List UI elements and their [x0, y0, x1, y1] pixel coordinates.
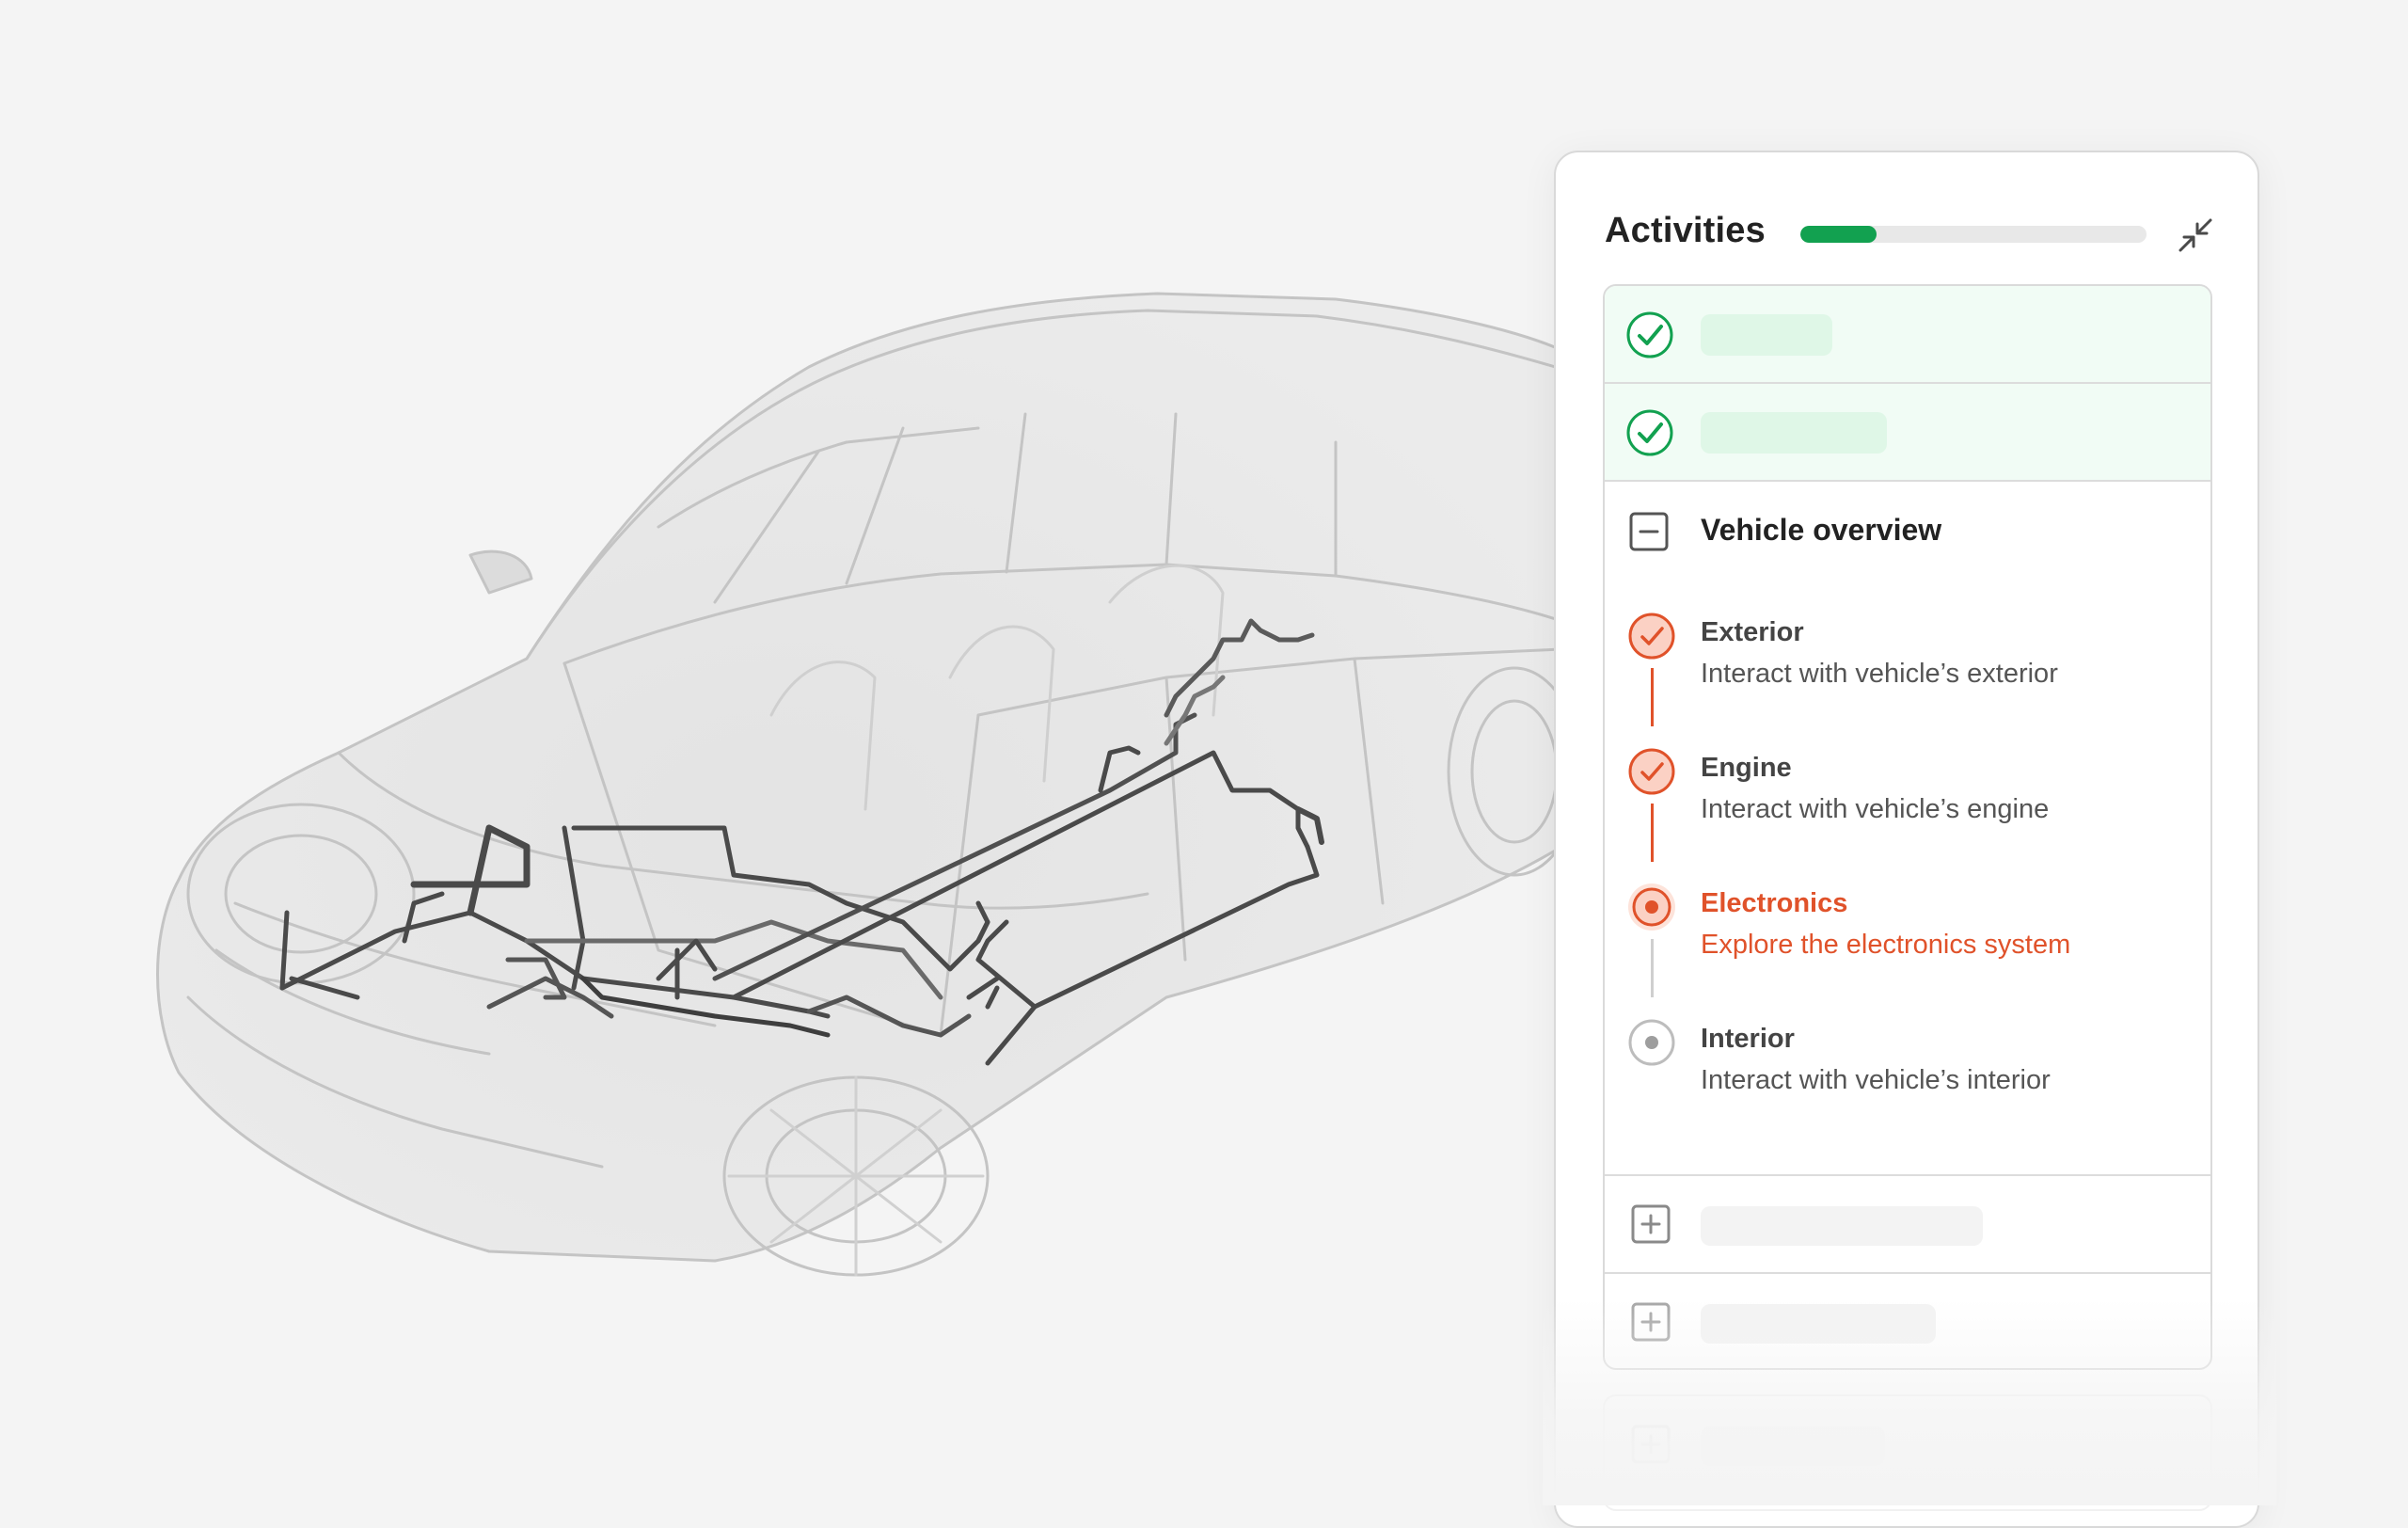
section-title-placeholder — [1701, 412, 1887, 454]
pending-step-icon — [1628, 1019, 1675, 1066]
step-description: Interact with vehicle’s interior — [1701, 1065, 2051, 1095]
collapse-icon[interactable] — [2173, 213, 2218, 258]
panel-header: Activities — [1605, 205, 2216, 271]
step-description: Interact with vehicle’s exterior — [1701, 659, 2058, 689]
section-vehicle-overview: Vehicle overview Exterior Interact with … — [1605, 482, 2210, 1176]
step-title: Interior — [1701, 1024, 1795, 1054]
completed-section-row[interactable] — [1605, 286, 2210, 384]
collapsed-section-row[interactable] — [1605, 1176, 2210, 1274]
check-circle-icon — [1628, 613, 1675, 660]
step-title: Exterior — [1701, 617, 1804, 647]
section-title-placeholder — [1701, 1206, 1983, 1246]
section-title-placeholder — [1701, 1426, 1885, 1466]
step-engine[interactable]: Engine Interact with vehicle’s engine — [1605, 747, 2210, 860]
plus-square-icon[interactable] — [1631, 1302, 1671, 1342]
plus-square-icon[interactable] — [1631, 1204, 1671, 1244]
progress-fill — [1800, 226, 1877, 243]
section-title: Vehicle overview — [1701, 513, 1942, 547]
active-step-icon — [1628, 883, 1675, 931]
section-title-placeholder — [1701, 314, 1832, 356]
step-title: Engine — [1701, 753, 1792, 783]
step-electronics[interactable]: Electronics Explore the electronics syst… — [1605, 883, 2210, 995]
activities-panel: Activities Vehicle overview Exterior Int… — [1554, 151, 2259, 1528]
step-description: Interact with vehicle’s engine — [1701, 794, 2050, 824]
section-title-placeholder — [1701, 1304, 1936, 1344]
check-circle-icon — [1626, 409, 1673, 456]
step-title: Electronics — [1701, 888, 1848, 918]
completed-section-row[interactable] — [1605, 384, 2210, 482]
collapsed-section-row[interactable] — [1603, 1394, 2212, 1511]
step-description: Explore the electronics system — [1701, 930, 2071, 960]
plus-square-icon[interactable] — [1631, 1425, 1671, 1464]
panel-title: Activities — [1605, 211, 1766, 250]
step-exterior[interactable]: Exterior Interact with vehicle’s exterio… — [1605, 612, 2210, 724]
section-header[interactable]: Vehicle overview — [1605, 482, 2210, 580]
car-body — [156, 292, 1582, 1277]
minus-square-icon[interactable] — [1629, 512, 1669, 551]
check-circle-icon — [1628, 748, 1675, 795]
check-circle-icon — [1626, 311, 1673, 358]
collapsed-section-row[interactable] — [1605, 1274, 2210, 1368]
step-interior[interactable]: Interior Interact with vehicle’s interio… — [1605, 1018, 2210, 1131]
activities-list: Vehicle overview Exterior Interact with … — [1603, 284, 2212, 1370]
progress-bar — [1800, 226, 2147, 243]
